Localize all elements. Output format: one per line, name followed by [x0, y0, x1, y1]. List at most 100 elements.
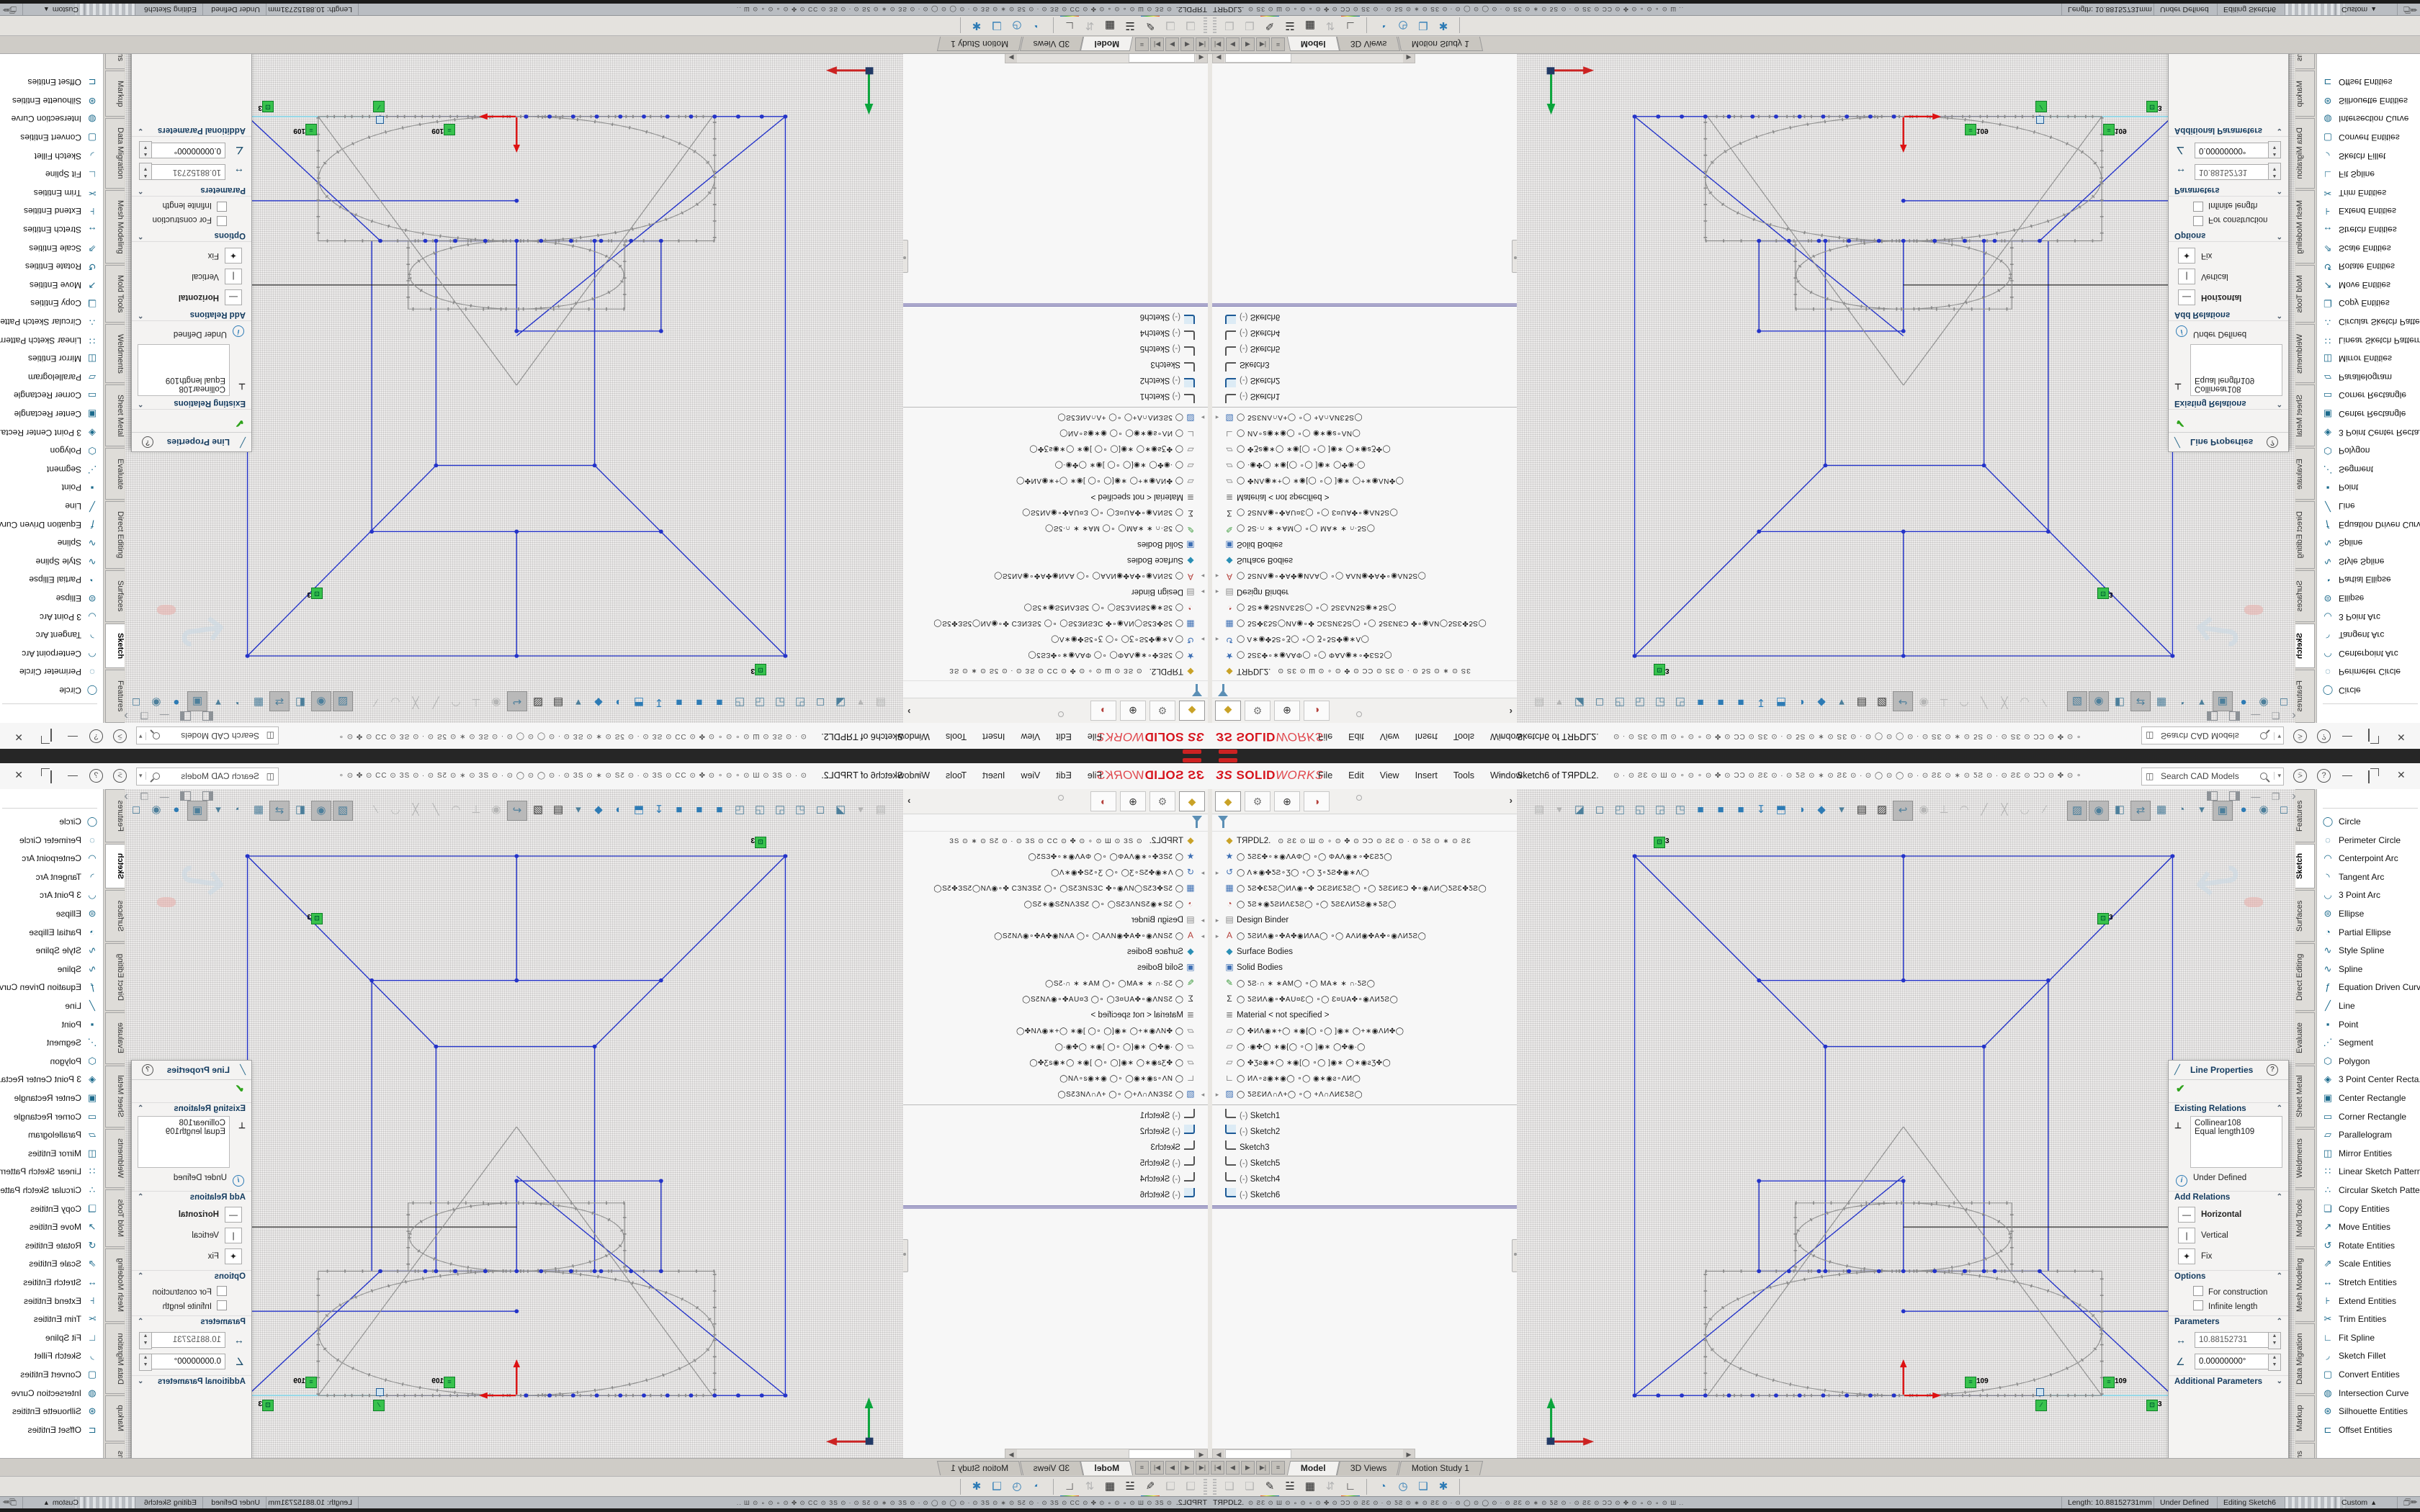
- headsup-icon[interactable]: ◉: [1914, 801, 1933, 819]
- doc-restore-icon[interactable]: ❐: [140, 710, 148, 721]
- account-icon[interactable]: ⍩︎: [2293, 769, 2307, 783]
- headsup-icon[interactable]: ◲: [750, 693, 769, 711]
- view-tab-motion-study-1[interactable]: Motion Study 1: [937, 1461, 1022, 1475]
- add-relation-horizontal[interactable]: —Horizontal: [138, 288, 243, 307]
- menu-edit[interactable]: Edit: [1348, 770, 1364, 780]
- headsup-icon[interactable]: ◑: [609, 693, 628, 711]
- tree-row[interactable]: ▸↺◯ Λ∗◉✤ƼƧ∘Ʒ◯ ∘◯ Ʒ∘ƼƧ✤◉∗Λ◯: [1212, 632, 1518, 648]
- tree-row[interactable]: ▱◯ ∙◉✤◯ ∗◉[◯ ∘◯ ]◉∗ ◯✤◉∙◯: [902, 458, 1208, 474]
- bottom-toolbar-icon[interactable]: ✎: [1141, 14, 1160, 34]
- headsup-icon[interactable]: ╱: [1975, 693, 1994, 711]
- flyout-item-sketch-fillet[interactable]: ◞Sketch Fillet: [2317, 148, 2420, 166]
- scroll-right-arrow[interactable]: ▶: [1403, 53, 1415, 63]
- length-spinner[interactable]: ▲▼: [2268, 163, 2281, 180]
- search-dropdown-icon[interactable]: ▾: [139, 772, 146, 780]
- flyout-item-segment[interactable]: ⋰Segment: [2317, 1033, 2420, 1051]
- headsup-icon[interactable]: ⇄: [2130, 691, 2151, 711]
- relation-item[interactable]: Collinear108: [2195, 384, 2278, 393]
- headsup-icon[interactable]: ◲: [750, 801, 769, 819]
- tree-row[interactable]: ◔◯ ƼƧ∗◉ƼƧИɅƐƼƧ◯ ∘◯ ƼƧƐɅИƼƧ◉∗ƼƧ◯: [902, 896, 1208, 912]
- tree-filter-row[interactable]: [1212, 814, 1518, 832]
- search-input[interactable]: ◫ Search CAD Models ▾: [136, 768, 279, 786]
- tree-row[interactable]: (-) Sketch4: [902, 1171, 1208, 1187]
- headsup-icon[interactable]: ◻: [2275, 801, 2293, 819]
- headsup-icon[interactable]: ◰: [791, 693, 810, 711]
- doc-minimize-icon[interactable]: —: [160, 710, 169, 721]
- headsup-icon[interactable]: ▨: [2067, 801, 2087, 821]
- displaymanager-tab[interactable]: ◑: [1090, 701, 1116, 721]
- tab-nav-next[interactable]: ▶: [1165, 1461, 1179, 1475]
- headsup-icon[interactable]: ◰: [791, 801, 810, 819]
- command-tab-sketch[interactable]: Sketch: [105, 624, 125, 668]
- flyout-item-offset-entities[interactable]: ⊏Offset Entities: [0, 73, 103, 91]
- angle-spinner[interactable]: ▲▼: [139, 141, 152, 158]
- view-tab-motion-study-1[interactable]: Motion Study 1: [1397, 37, 1482, 51]
- headsup-icon[interactable]: ◑: [1792, 693, 1811, 711]
- add-relations-header[interactable]: Add Relations⌃: [2169, 1191, 2288, 1203]
- headsup-icon[interactable]: ▾: [569, 801, 588, 819]
- headsup-icon[interactable]: ●: [167, 801, 186, 819]
- flyout-item-circular-sketch-pattern[interactable]: ∴Circular Sketch Pattern: [0, 313, 103, 331]
- flyout-item-trim-entities[interactable]: ✂Trim Entities: [0, 1310, 103, 1328]
- equal-length-badge[interactable]: ≡109: [293, 125, 317, 135]
- tree-row[interactable]: ✎◯ ƼƧ∙∩ ∗ ∗AM◯ ∘◯ MA∗ ∗ ∩∙ƼƧ◯: [902, 521, 1208, 537]
- flyout-item-spline[interactable]: ∿Spline: [2317, 960, 2420, 978]
- flyout-item-centerpoint-arc[interactable]: ◠Centerpoint Arc: [2317, 645, 2420, 663]
- flyout-item-sketch-fillet[interactable]: ◞Sketch Fillet: [2317, 1346, 2420, 1364]
- add-relation-horizontal[interactable]: —Horizontal: [138, 1205, 243, 1224]
- headsup-icon[interactable]: ▣: [187, 691, 207, 711]
- view-tab-model[interactable]: Model: [1287, 37, 1340, 51]
- tree-row[interactable]: (-) Sketch2: [1212, 1124, 1518, 1140]
- flyout-item-linear-sketch-pattern[interactable]: ∷Linear Sketch Pattern: [2317, 332, 2420, 350]
- parameters-header[interactable]: Parameters⌃: [2169, 184, 2288, 197]
- bottom-toolbar-icon[interactable]: ❏: [1220, 17, 1239, 34]
- checkbox-infinite-length[interactable]: Infinite length: [2193, 1300, 2282, 1311]
- headsup-icon[interactable]: ▨: [529, 693, 547, 711]
- flyout-item-point[interactable]: ▪Point: [0, 1015, 103, 1033]
- headsup-icon[interactable]: ↧: [1752, 801, 1770, 819]
- flyout-item-move-entities[interactable]: ↗Move Entities: [2317, 1218, 2420, 1236]
- tree-row[interactable]: ◔◯ ƼƧ∗◉ƼƧИɅƐƼƧ◯ ∘◯ ƼƧƐɅИƼƧ◉∗ƼƧ◯: [1212, 896, 1518, 912]
- ok-button[interactable]: ✔: [2176, 1082, 2185, 1095]
- tab-nav-prev[interactable]: ◀: [1180, 1461, 1194, 1475]
- headsup-icon[interactable]: ↩: [507, 801, 527, 821]
- additional-parameters-header[interactable]: Additional Parameters⌄: [132, 125, 251, 137]
- tree-row[interactable]: ◆TЯPDL2.⊙ ƧƐ ⊙ Ш ⊙ ∘ ⊙ ✤ ⊙ ƆƆ ⊙ ƧƐ ⊙ ∙ ⊙…: [1212, 832, 1518, 848]
- collapse-right-icon[interactable]: [180, 711, 191, 721]
- command-tab-markup[interactable]: Markup: [105, 71, 125, 117]
- command-tab-weldments[interactable]: Weldments: [2295, 324, 2315, 383]
- headsup-icon[interactable]: ╳: [406, 693, 425, 711]
- menu-tools[interactable]: Tools: [946, 770, 967, 780]
- bottom-toolbar-icon[interactable]: ⇵: [1080, 1478, 1099, 1495]
- tree-row[interactable]: (-) Sketch6: [902, 309, 1208, 325]
- flyout-item-rotate-entities[interactable]: ↺Rotate Entities: [2317, 258, 2420, 276]
- tree-row[interactable]: ★◯ ƼƧƐ✤∘∗◉ɅAΦ◯ ∘◯ ΦAɅ◉∗∘✤ƐƧƼ◯: [902, 848, 1208, 864]
- flyout-item-line[interactable]: ╱Line: [0, 498, 103, 516]
- flyout-item-partial-ellipse[interactable]: ◔Partial Ellipse: [0, 571, 103, 589]
- tree-row[interactable]: ▸▤Design Binder: [1212, 585, 1518, 600]
- flyout-item-mirror-entities[interactable]: ◫Mirror Entities: [0, 1144, 103, 1162]
- account-icon[interactable]: ⍩︎: [113, 769, 127, 783]
- flyout-item-ellipse[interactable]: ⊜Ellipse: [0, 904, 103, 922]
- tree-row[interactable]: ▸▤Design Binder: [902, 585, 1208, 600]
- tab-nav-last[interactable]: ▶|: [1256, 37, 1270, 51]
- panel-help-icon[interactable]: ?: [2267, 436, 2278, 448]
- headsup-icon[interactable]: ◲: [1651, 801, 1670, 819]
- headsup-icon[interactable]: ◻: [1590, 693, 1609, 711]
- tab-nav-first[interactable]: |◀: [1196, 37, 1209, 51]
- headsup-icon[interactable]: ⬒: [629, 693, 648, 711]
- flyout-item-rotate-entities[interactable]: ↺Rotate Entities: [2317, 1236, 2420, 1254]
- flyout-item-equation-driven-curve[interactable]: ƒEquation Driven Curve: [0, 978, 103, 996]
- length-field[interactable]: 10.88152731: [2195, 164, 2269, 180]
- tree-row[interactable]: (-) Sketch1: [1212, 388, 1518, 404]
- minimize-button[interactable]: —: [2342, 732, 2352, 743]
- bottom-toolbar-icon[interactable]: ∟: [1060, 14, 1079, 34]
- headsup-icon[interactable]: ■: [690, 693, 709, 711]
- tree-row[interactable]: ★◯ ƼƧƐ✤∘∗◉ɅAΦ◯ ∘◯ ΦAɅ◉∗∘✤ƐƧƼ◯: [1212, 848, 1518, 864]
- headsup-icon[interactable]: ⇄: [2130, 801, 2151, 821]
- headsup-icon[interactable]: ▤: [871, 801, 890, 819]
- headsup-icon[interactable]: ◠: [1955, 693, 1973, 711]
- flyout-item-partial-ellipse[interactable]: ◔Partial Ellipse: [0, 923, 103, 941]
- headsup-icon[interactable]: ↧: [650, 693, 668, 711]
- tree-row[interactable]: ▸A◯ ƼƧИɅ◉∘✤A✤◉ИɅA◯ ∘◯ AɅИ◉✤A✤∘◉ɅИƼƧ◯: [1212, 927, 1518, 943]
